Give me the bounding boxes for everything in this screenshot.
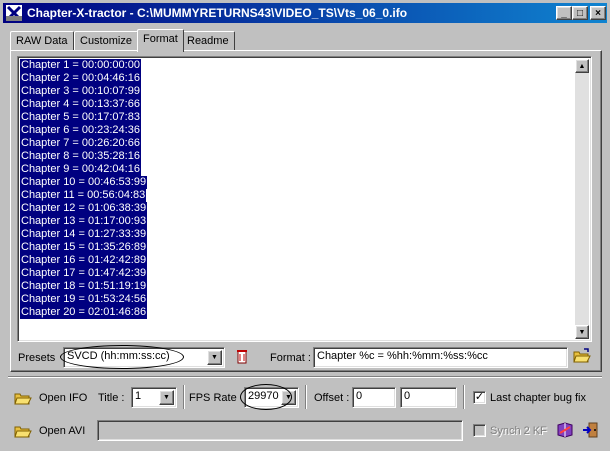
last-chapter-fix-label: Last chapter bug fix — [490, 392, 587, 404]
book-icon[interactable] — [556, 421, 574, 439]
chapter-line[interactable]: Chapter 9 = 00:42:04:16 — [20, 163, 141, 176]
tab-raw-data[interactable]: RAW Data — [10, 31, 74, 51]
chapter-list[interactable]: Chapter 1 = 00:00:00:00 Chapter 2 = 00:04… — [17, 56, 592, 342]
close-button[interactable]: × — [590, 6, 606, 20]
triangle-down-icon: ▼ — [578, 328, 586, 336]
chapter-x-tractor-icon[interactable] — [6, 5, 22, 21]
chapter-line[interactable]: Chapter 7 = 00:26:20:66 — [20, 137, 141, 150]
chapter-line[interactable]: Chapter 3 = 00:10:07:99 — [20, 85, 141, 98]
fps-rate-select[interactable]: 29970 ▼ — [244, 387, 299, 408]
synch-kf-label: Synch 2 KF — [490, 425, 547, 437]
format-input[interactable]: Chapter %c = %hh:%mm:%ss:%cc — [313, 347, 568, 368]
maximize-icon: □ — [576, 7, 584, 19]
tab-readme[interactable]: Readme — [181, 31, 235, 51]
open-avi-icon[interactable] — [14, 422, 32, 440]
offset-value-2: 0 — [404, 390, 411, 402]
chapter-line[interactable]: Chapter 16 = 01:42:42:89 — [20, 254, 148, 267]
chapter-line[interactable]: Chapter 2 = 00:04:46:16 — [20, 72, 141, 85]
format-label: Format : — [270, 352, 311, 364]
chevron-down-icon: ▼ — [285, 394, 292, 401]
minimize-button[interactable]: _ — [556, 6, 572, 20]
synch-kf-checkbox[interactable] — [473, 424, 486, 437]
chapter-line[interactable]: Chapter 13 = 01:17:00:93 — [20, 215, 148, 228]
last-chapter-fix-checkbox[interactable]: ✓ — [473, 391, 486, 404]
fps-rate-label: FPS Rate — [189, 392, 237, 404]
title-label: Title : — [98, 392, 125, 404]
open-folder-icon[interactable] — [573, 347, 591, 365]
scroll-up-button[interactable]: ▲ — [575, 59, 589, 73]
chapter-line[interactable]: Chapter 11 = 00:56:04:83 — [20, 189, 147, 202]
format-value: Chapter %c = %hh:%mm:%ss:%cc — [317, 350, 488, 362]
title-value: 1 — [135, 390, 142, 402]
fps-rate-value: 29970 — [248, 390, 279, 402]
presets-label: Presets — [18, 352, 56, 364]
chapter-line[interactable]: Chapter 14 = 01:27:33:39 — [20, 228, 148, 241]
offset-input-2[interactable]: 0 — [400, 387, 457, 408]
triangle-up-icon: ▲ — [578, 62, 586, 70]
scroll-down-button[interactable]: ▼ — [575, 325, 589, 339]
chapter-line[interactable]: Chapter 5 = 00:17:07:83 — [20, 111, 141, 124]
chevron-down-icon: ▼ — [163, 394, 170, 401]
offset-input-1[interactable]: 0 — [352, 387, 396, 408]
offset-label: Offset : — [314, 392, 350, 404]
title-dropdown-button[interactable]: ▼ — [159, 390, 174, 405]
chapter-line[interactable]: Chapter 15 = 01:35:26:89 — [20, 241, 148, 254]
presets-value: SVCD (hh:mm:ss:cc) — [67, 350, 170, 362]
vertical-scrollbar[interactable]: ▲ ▼ — [575, 59, 589, 339]
chapter-lines: Chapter 1 = 00:00:00:00 Chapter 2 = 00:04… — [20, 59, 148, 319]
title-bar[interactable]: Chapter-X-tractor - C:\MUMMYRETURNS43\VI… — [3, 3, 607, 23]
avi-path-field — [97, 420, 463, 441]
chapter-line[interactable]: Chapter 20 = 02:01:46:86 — [20, 306, 148, 319]
vertical-separator — [305, 385, 307, 409]
open-ifo-icon[interactable] — [14, 389, 32, 407]
chapter-line[interactable]: Chapter 10 = 00:46:53:99 — [20, 176, 148, 189]
chapter-line[interactable]: Chapter 18 = 01:51:19:19 — [20, 280, 148, 293]
open-avi-button[interactable]: Open AVI — [39, 425, 85, 437]
chevron-down-icon: ▼ — [211, 354, 218, 361]
delete-preset-icon[interactable] — [233, 348, 251, 366]
chapter-line[interactable]: Chapter 17 = 01:47:42:39 — [20, 267, 148, 280]
fps-rate-dropdown-button[interactable]: ▼ — [281, 390, 296, 405]
chapter-line[interactable]: Chapter 4 = 00:13:37:66 — [20, 98, 141, 111]
vertical-separator — [463, 385, 465, 409]
separator — [8, 376, 602, 378]
chapter-line[interactable]: Chapter 19 = 01:53:24:56 — [20, 293, 148, 306]
tab-customize[interactable]: Customize — [74, 31, 138, 51]
chapter-line[interactable]: Chapter 1 = 00:00:00:00 — [20, 59, 141, 72]
close-icon: × — [595, 7, 601, 19]
vertical-separator — [183, 385, 185, 409]
presets-dropdown-button[interactable]: ▼ — [207, 350, 222, 365]
title-select[interactable]: 1 ▼ — [131, 387, 177, 408]
presets-select[interactable]: SVCD (hh:mm:ss:cc) ▼ — [63, 347, 225, 368]
chapter-line[interactable]: Chapter 6 = 00:23:24:36 — [20, 124, 141, 137]
maximize-button[interactable]: □ — [572, 6, 588, 20]
open-ifo-button[interactable]: Open IFO — [39, 392, 87, 404]
chapter-line[interactable]: Chapter 8 = 00:35:28:16 — [20, 150, 141, 163]
window-title: Chapter-X-tractor - C:\MUMMYRETURNS43\VI… — [27, 6, 408, 20]
offset-value-1: 0 — [356, 390, 363, 402]
exit-icon[interactable] — [582, 421, 600, 439]
minimize-icon: _ — [561, 7, 567, 19]
tab-format[interactable]: Format — [137, 29, 184, 52]
checkmark-icon: ✓ — [474, 391, 485, 403]
chapter-line[interactable]: Chapter 12 = 01:06:38:39 — [20, 202, 148, 215]
